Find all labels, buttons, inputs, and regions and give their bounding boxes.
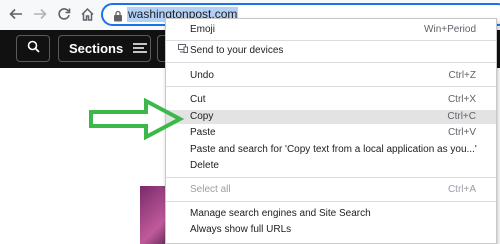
menu-item-emoji[interactable]: Emoji Win+Period <box>166 23 496 37</box>
menu-item-paste-and-search[interactable]: Paste and search for 'Copy text from a l… <box>166 143 496 157</box>
forward-arrow-icon[interactable] <box>32 6 48 22</box>
menu-shortcut: Ctrl+V <box>447 127 476 138</box>
menu-shortcut: Ctrl+X <box>447 94 476 105</box>
lock-icon[interactable] <box>113 9 123 22</box>
menu-label: Cut <box>190 94 206 105</box>
menu-separator <box>166 86 496 87</box>
menu-label: Copy <box>190 111 214 122</box>
sections-label: Sections <box>69 41 124 56</box>
back-arrow-icon[interactable] <box>8 6 24 22</box>
annotation-arrow-icon <box>89 98 184 140</box>
menu-item-delete[interactable]: Delete <box>166 159 496 173</box>
menu-label: Undo <box>190 70 214 81</box>
menu-label: Delete <box>190 160 219 171</box>
menu-label: Paste <box>190 127 216 138</box>
menu-item-select-all[interactable]: Select all Ctrl+A <box>166 183 496 197</box>
menu-item-manage-search-engines[interactable]: Manage search engines and Site Search <box>166 207 496 221</box>
menu-label: Emoji <box>190 24 216 35</box>
menu-item-show-full-urls[interactable]: Always show full URLs <box>166 223 496 237</box>
menu-shortcut: Ctrl+Z <box>448 70 477 81</box>
menu-separator <box>166 62 496 63</box>
menu-label: Always show full URLs <box>190 224 292 235</box>
menu-shortcut: Ctrl+A <box>447 184 476 195</box>
home-icon[interactable] <box>79 6 95 22</box>
hamburger-menu-icon <box>133 40 148 58</box>
menu-label: Manage search engines and Site Search <box>190 208 371 219</box>
menu-separator <box>166 177 496 178</box>
menu-item-undo[interactable]: Undo Ctrl+Z <box>166 69 496 83</box>
menu-item-cut[interactable]: Cut Ctrl+X <box>166 93 496 107</box>
search-button[interactable] <box>16 35 50 62</box>
menu-item-paste[interactable]: Paste Ctrl+V <box>166 126 496 140</box>
search-icon <box>27 40 40 58</box>
menu-item-send-to-devices[interactable]: Send to your devices <box>166 44 496 58</box>
menu-label: Select all <box>190 184 231 195</box>
menu-label: Send to your devices <box>190 45 284 56</box>
send-to-devices-icon <box>178 44 188 58</box>
menu-label: Paste and search for 'Copy text from a l… <box>190 144 477 155</box>
menu-separator <box>166 40 496 41</box>
menu-shortcut: Ctrl+C <box>447 111 476 122</box>
reload-icon[interactable] <box>56 6 72 22</box>
menu-separator <box>166 201 496 202</box>
menu-item-copy[interactable]: Copy Ctrl+C <box>166 110 496 124</box>
menu-shortcut: Win+Period <box>424 24 476 35</box>
sections-button[interactable]: Sections <box>58 35 151 62</box>
context-menu: Emoji Win+Period Send to your devices Un… <box>165 18 497 244</box>
